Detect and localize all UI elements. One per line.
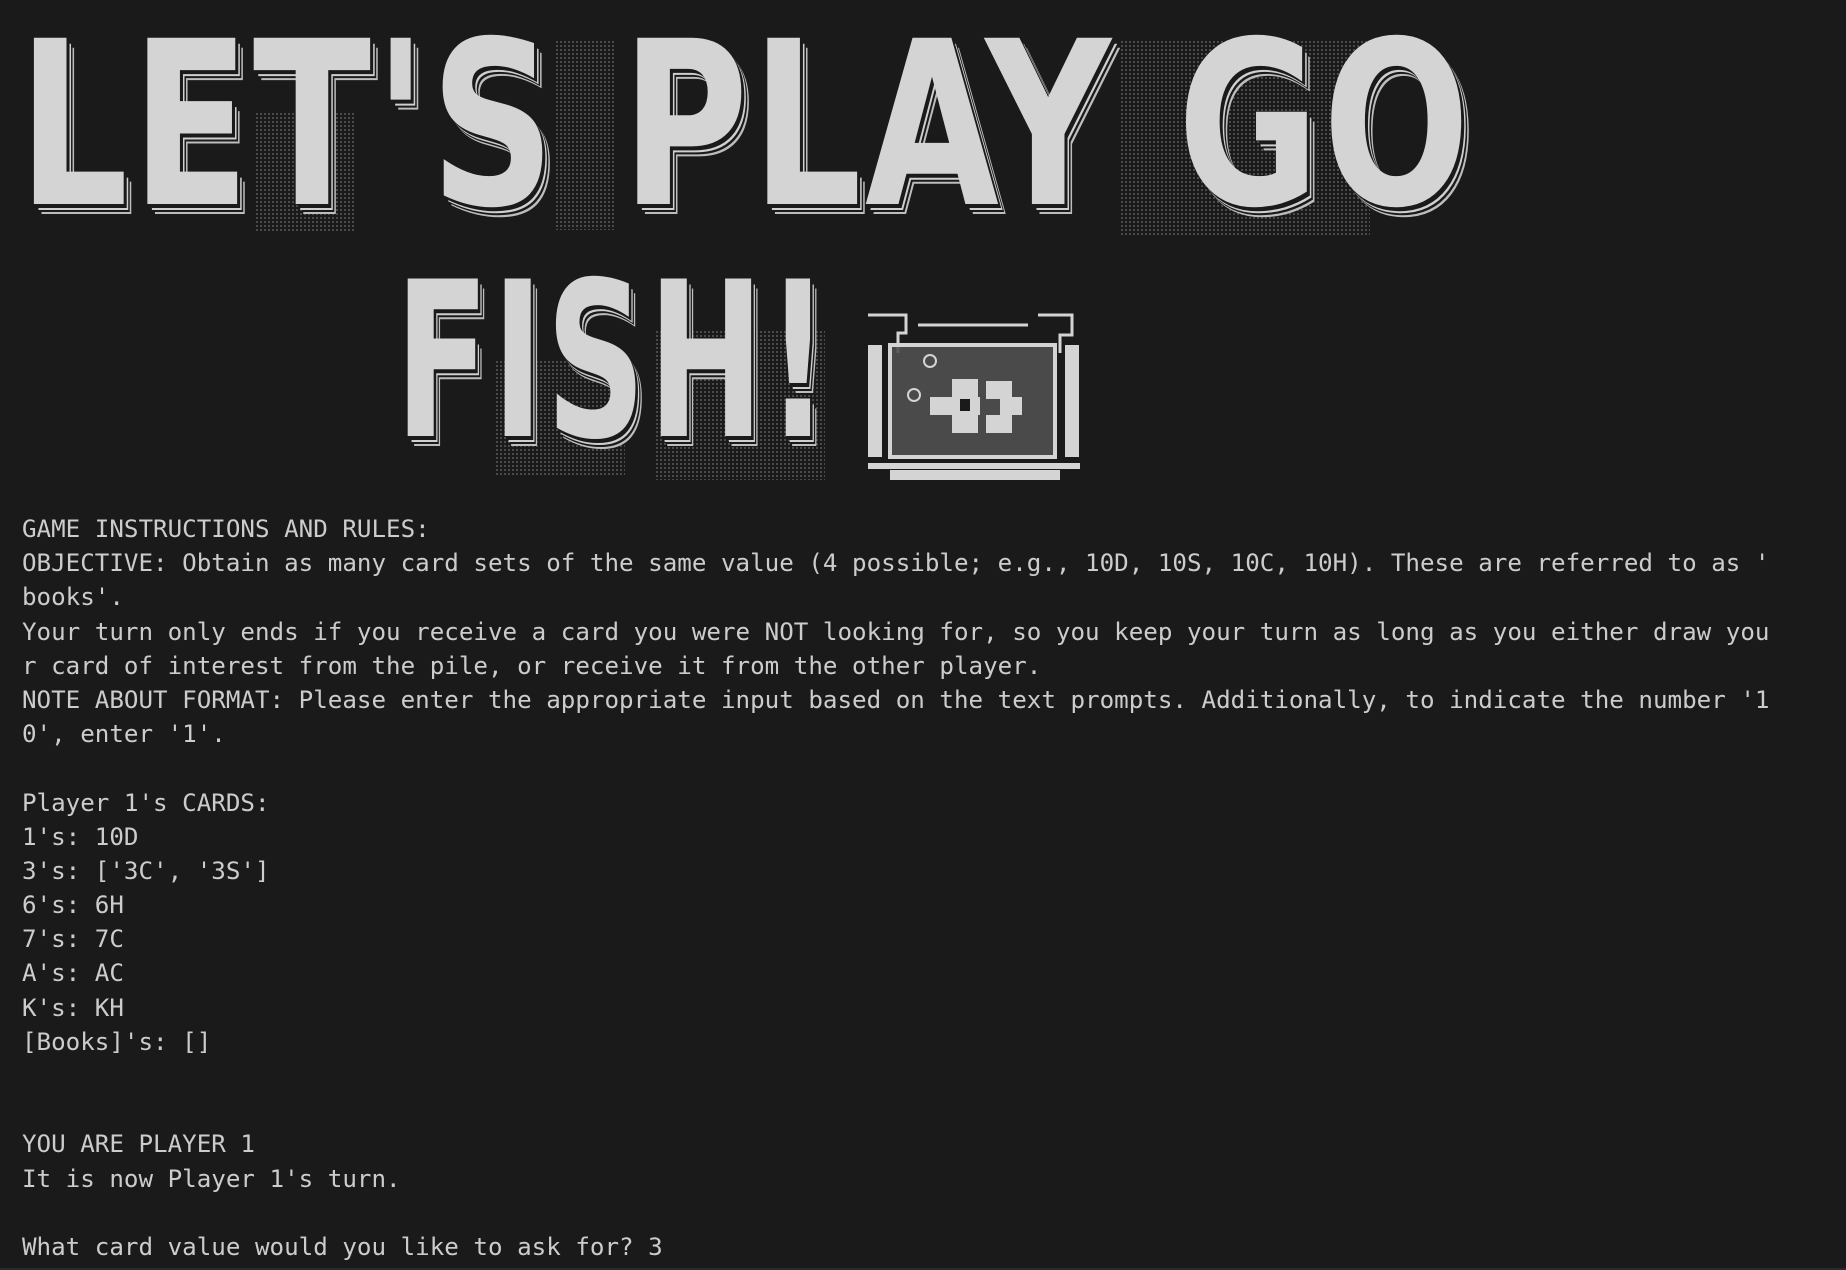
player-status: YOU ARE PLAYER 1 xyxy=(22,1130,255,1159)
hand-row: 1's: 10D xyxy=(22,822,139,851)
turn-rule-text-wrap: r card of interest from the pile, or rec… xyxy=(22,651,1042,680)
terminal-window[interactable]: LET'S PLAY GO FISH! GAME INSTRUCTIONS AN… xyxy=(0,0,1846,1270)
objective-text-wrap: books'. xyxy=(22,583,124,612)
console-output: GAME INSTRUCTIONS AND RULES: OBJECTIVE: … xyxy=(22,512,1832,1264)
objective-text: OBJECTIVE: Obtain as many card sets of t… xyxy=(22,549,1770,578)
format-note-text-wrap: 0', enter '1'. xyxy=(22,720,226,749)
fish-bowl-icon xyxy=(868,313,1080,480)
instructions-heading: GAME INSTRUCTIONS AND RULES: xyxy=(22,515,430,543)
hand-title: Player 1's CARDS: xyxy=(22,788,270,817)
books-row: [Books]'s: [] xyxy=(22,1027,212,1056)
banner-text: LET'S PLAY GO xyxy=(18,0,1473,258)
banner-title-line-1: LET'S PLAY GO xyxy=(18,10,1473,240)
hand-row: K's: KH xyxy=(22,993,124,1022)
hand-row: 7's: 7C xyxy=(22,925,124,954)
hand-row: A's: AC xyxy=(22,959,124,988)
turn-rule-text: Your turn only ends if you receive a car… xyxy=(22,617,1770,646)
input-prompt[interactable]: What card value would you like to ask fo… xyxy=(22,1230,1832,1264)
banner-title-line-2: FISH! xyxy=(395,252,832,472)
turn-status: It is now Player 1's turn. xyxy=(22,1164,401,1193)
banner-text: FISH! xyxy=(395,236,832,487)
format-note-text: NOTE ABOUT FORMAT: Please enter the appr… xyxy=(22,685,1770,714)
hand-row: 6's: 6H xyxy=(22,891,124,920)
hand-row: 3's: ['3C', '3S'] xyxy=(22,856,270,885)
